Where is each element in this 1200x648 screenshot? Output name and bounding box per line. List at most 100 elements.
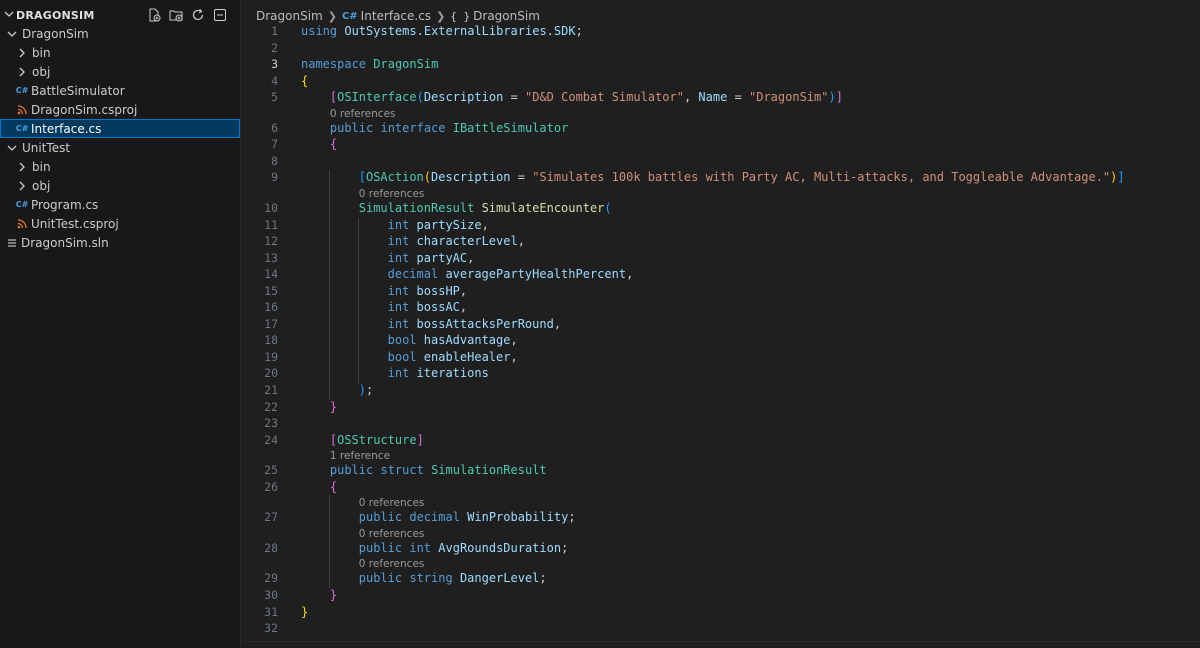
codelens-references[interactable]: 1 reference — [330, 450, 390, 462]
code-line[interactable]: bool hasAdvantage, — [388, 333, 518, 347]
line-number: 30 — [264, 587, 278, 602]
tree-file[interactable]: DragonSim.csproj — [0, 100, 240, 119]
code-token: . — [546, 24, 554, 38]
chevron-right-icon[interactable] — [16, 48, 28, 58]
code-line[interactable]: } — [330, 588, 337, 602]
tree-folder[interactable]: bin — [0, 157, 240, 176]
explorer-sidebar: DRAGONSIM DragonSim bin obj C# BattleSimulat… — [0, 0, 241, 648]
code-line[interactable]: int characterLevel, — [388, 234, 525, 248]
codelens-references[interactable]: 0 references — [330, 108, 396, 120]
line-number: 14 — [264, 267, 278, 282]
line-number: 20 — [264, 366, 278, 381]
chevron-down-icon[interactable] — [6, 143, 18, 153]
code-token: "D&D Combat Simulator" — [525, 90, 684, 105]
code-line[interactable]: int partyAC, — [388, 251, 475, 265]
line-number: 2 — [271, 40, 278, 55]
codelens-references[interactable]: 0 references — [359, 188, 425, 200]
code-line[interactable]: ); — [359, 383, 373, 397]
code-line[interactable]: { — [330, 137, 337, 151]
code-token: int — [387, 250, 410, 265]
code-token: { — [301, 73, 309, 88]
code-token: ( — [416, 90, 424, 105]
indent-guide — [357, 217, 359, 383]
breadcrumb-file[interactable]: Interface.cs — [361, 9, 431, 23]
code-token: , — [459, 300, 468, 315]
code-line[interactable]: decimal averagePartyHealthPercent, — [388, 267, 634, 281]
code-line[interactable]: bool enableHealer, — [388, 350, 518, 364]
explorer-title: DRAGONSIM — [16, 8, 95, 22]
new-file-icon[interactable] — [146, 7, 162, 23]
tree-folder[interactable]: DragonSim — [0, 24, 240, 43]
code-token: int — [387, 316, 410, 331]
code-line[interactable]: public string DangerLevel; — [359, 571, 547, 585]
code-token: ; — [568, 510, 576, 525]
code-line[interactable]: namespace DragonSim — [301, 57, 438, 71]
solution-file-icon — [6, 238, 18, 248]
breadcrumb-namespace[interactable]: DragonSim — [473, 9, 540, 23]
code-line[interactable]: public int AvgRoundsDuration; — [359, 541, 569, 555]
code-line[interactable]: int partySize, — [388, 218, 489, 232]
chevron-right-icon[interactable] — [16, 181, 28, 191]
line-number: 17 — [264, 316, 278, 331]
codelens-references[interactable]: 0 references — [359, 497, 425, 509]
line-number: 18 — [264, 333, 278, 348]
line-number: 8 — [271, 153, 278, 168]
horizontal-scrollbar[interactable] — [242, 641, 1200, 642]
code-token: bossAttacksPerRound — [416, 316, 554, 331]
code-token: , — [626, 267, 634, 282]
tree-folder[interactable]: obj — [0, 176, 240, 195]
new-folder-icon[interactable] — [168, 7, 184, 23]
code-token: partyAC — [416, 250, 468, 265]
tree-folder[interactable]: obj — [0, 62, 240, 81]
line-number: 25 — [264, 463, 278, 478]
tree-file[interactable]: C# Interface.cs — [0, 119, 240, 138]
code-line[interactable]: int bossHP, — [388, 284, 468, 298]
code-line[interactable]: int bossAC, — [388, 300, 468, 314]
code-token: SimulateEncounter — [481, 200, 605, 215]
tree-item-label: DragonSim.csproj — [31, 102, 138, 117]
code-line[interactable]: { — [301, 74, 308, 88]
tree-file[interactable]: UnitTest.csproj — [0, 214, 240, 233]
tree-folder[interactable]: bin — [0, 43, 240, 62]
indent-guide — [328, 495, 330, 588]
line-number: 26 — [264, 479, 278, 494]
chevron-right-icon[interactable] — [16, 162, 28, 172]
code-line[interactable]: using OutSystems.ExternalLibraries.SDK; — [301, 24, 583, 38]
line-number: 1 — [271, 24, 278, 38]
code-line[interactable]: [OSStructure] — [330, 433, 424, 447]
code-line[interactable]: { — [330, 480, 337, 494]
code-line[interactable]: int iterations — [388, 366, 489, 380]
code-token: struct — [380, 463, 424, 478]
code-token: OSStructure — [337, 432, 417, 447]
code-line[interactable]: [OSInterface(Description = "D&D Combat S… — [330, 90, 843, 104]
chevron-down-icon[interactable] — [4, 9, 14, 22]
code-line[interactable]: } — [330, 400, 337, 414]
tree-item-label: UnitTest.csproj — [31, 216, 119, 231]
code-editor[interactable]: DragonSim ❯ C# Interface.cs ❯ { } Dragon… — [242, 0, 1200, 648]
code-token: interface — [380, 120, 446, 135]
refresh-icon[interactable] — [190, 7, 206, 23]
code-line[interactable]: [OSAction(Description = "Simulates 100k … — [359, 170, 1125, 184]
codelens-references[interactable]: 0 references — [359, 558, 425, 570]
code-line[interactable]: public struct SimulationResult — [330, 463, 547, 477]
tree-file[interactable]: C# BattleSimulator — [0, 81, 240, 100]
chevron-down-icon[interactable] — [6, 29, 18, 39]
code-line[interactable]: } — [301, 605, 308, 619]
code-token: partySize — [416, 217, 482, 232]
line-number: 7 — [271, 137, 278, 152]
code-line[interactable]: int bossAttacksPerRound, — [388, 317, 561, 331]
chevron-right-icon[interactable] — [16, 67, 28, 77]
tree-file[interactable]: C# Program.cs — [0, 195, 240, 214]
code-line[interactable]: SimulationResult SimulateEncounter( — [359, 201, 612, 215]
breadcrumb-folder[interactable]: DragonSim — [256, 9, 323, 23]
code-token: SimulationResult — [358, 200, 475, 215]
tree-folder[interactable]: UnitTest — [0, 138, 240, 157]
code-line[interactable]: public decimal WinProbability; — [359, 510, 576, 524]
codelens-references[interactable]: 0 references — [359, 528, 425, 540]
code-line[interactable]: public interface IBattleSimulator — [330, 121, 568, 135]
tree-file[interactable]: DragonSim.sln — [0, 233, 240, 252]
collapse-all-icon[interactable] — [212, 7, 228, 23]
